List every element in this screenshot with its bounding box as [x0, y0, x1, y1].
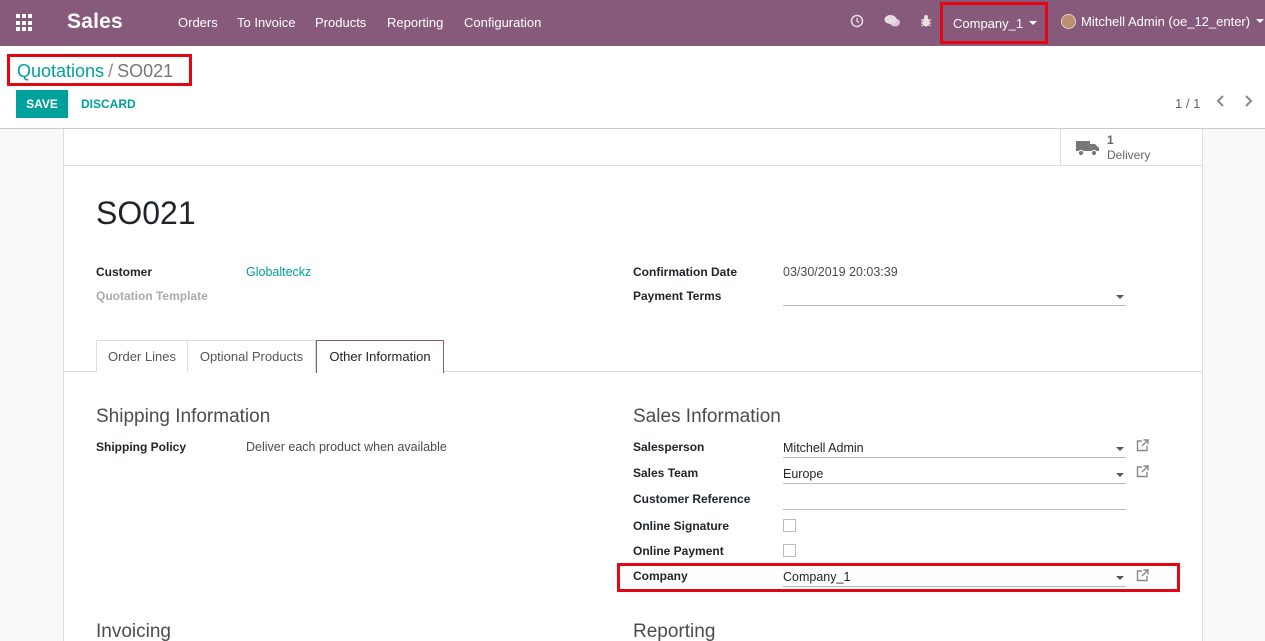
- confirmation-date-label: Confirmation Date: [633, 265, 738, 279]
- pager-previous-button[interactable]: [1215, 94, 1227, 113]
- online-payment-checkbox[interactable]: [783, 544, 796, 557]
- company-label: Company: [633, 569, 688, 583]
- sales-section-title: Sales Information: [633, 406, 781, 427]
- customer-reference-input[interactable]: [783, 490, 1126, 510]
- company-switcher-label: Company_1: [953, 16, 1024, 31]
- breadcrumb-current: SO021: [117, 61, 174, 81]
- bug-icon[interactable]: [920, 14, 932, 31]
- menu-configuration[interactable]: Configuration: [464, 15, 541, 30]
- chevron-left-icon: [1216, 95, 1224, 107]
- salesperson-select[interactable]: Mitchell Admin: [783, 438, 1126, 458]
- menu-products[interactable]: Products: [315, 15, 366, 30]
- sales-team-value: Europe: [783, 467, 824, 481]
- shipping-policy-label: Shipping Policy: [96, 440, 187, 454]
- quotation-template-label: Quotation Template: [96, 289, 208, 303]
- chevron-down-icon: [1029, 21, 1038, 25]
- breadcrumb-quotations-link[interactable]: Quotations: [17, 61, 104, 81]
- company-value: Company_1: [783, 570, 851, 584]
- sales-team-label: Sales Team: [633, 466, 699, 480]
- top-navbar: Sales Orders To Invoice Products Reporti…: [0, 0, 1265, 46]
- reporting-section-title: Reporting: [633, 621, 716, 641]
- menu-to-invoice[interactable]: To Invoice: [237, 15, 296, 30]
- tab-other-information[interactable]: Other Information: [316, 340, 444, 373]
- menu-reporting[interactable]: Reporting: [387, 15, 443, 30]
- salesperson-label: Salesperson: [633, 440, 705, 454]
- chevron-down-icon: [1116, 473, 1124, 477]
- chevron-down-icon: [1116, 295, 1124, 299]
- online-signature-label: Online Signature: [633, 519, 730, 533]
- record-title: SO021: [96, 195, 196, 231]
- shipping-section-title: Shipping Information: [96, 406, 271, 427]
- discard-button[interactable]: DISCARD: [81, 97, 136, 111]
- chat-icon[interactable]: [884, 14, 901, 31]
- online-payment-label: Online Payment: [633, 544, 724, 558]
- delivery-label: Delivery: [1107, 148, 1151, 162]
- external-link-icon[interactable]: [1136, 439, 1149, 452]
- form-sheet: 1 Delivery SO021 Customer Globalteckz Qu…: [63, 129, 1203, 641]
- truck-icon: [1076, 141, 1099, 157]
- app-name[interactable]: Sales: [67, 10, 123, 34]
- user-menu[interactable]: Mitchell Admin (oe_12_enter): [1061, 14, 1265, 29]
- company-select[interactable]: Company_1: [783, 567, 1126, 587]
- button-box: 1 Delivery: [64, 129, 1202, 166]
- online-signature-checkbox[interactable]: [783, 519, 796, 532]
- chevron-down-icon: [1256, 19, 1265, 23]
- save-button[interactable]: SAVE: [16, 90, 68, 118]
- tab-order-lines[interactable]: Order Lines: [96, 340, 188, 372]
- breadcrumb-separator: /: [108, 61, 114, 81]
- breadcrumb: Quotations / SO021: [7, 54, 192, 86]
- chevron-down-icon: [1116, 576, 1124, 580]
- shipping-policy-value[interactable]: Deliver each product when available: [246, 440, 447, 454]
- menu-orders[interactable]: Orders: [178, 15, 218, 30]
- avatar: [1061, 14, 1076, 29]
- customer-label: Customer: [96, 265, 153, 279]
- chevron-right-icon: [1245, 95, 1253, 107]
- external-link-icon[interactable]: [1136, 569, 1149, 582]
- pager-value[interactable]: 1 / 1: [1175, 96, 1200, 111]
- confirmation-date-value: 03/30/2019 20:03:39: [783, 265, 898, 279]
- delivery-count: 1: [1107, 133, 1114, 147]
- apps-menu-icon[interactable]: [16, 14, 34, 32]
- payment-terms-select[interactable]: [783, 286, 1126, 306]
- chevron-down-icon: [1116, 447, 1124, 451]
- customer-link[interactable]: Globalteckz: [246, 265, 311, 279]
- payment-terms-label: Payment Terms: [633, 289, 722, 303]
- sales-team-select[interactable]: Europe: [783, 464, 1126, 484]
- delivery-smart-button[interactable]: 1 Delivery: [1060, 129, 1202, 166]
- control-panel: Quotations / SO021 SAVE DISCARD 1 / 1: [0, 46, 1265, 129]
- notebook-tabs: Order Lines Optional Products Other Info…: [64, 340, 1202, 373]
- salesperson-value: Mitchell Admin: [783, 441, 864, 455]
- clock-icon[interactable]: [850, 14, 864, 31]
- invoicing-section-title: Invoicing: [96, 621, 171, 641]
- tab-optional-products[interactable]: Optional Products: [187, 340, 316, 372]
- company-switcher[interactable]: Company_1: [940, 2, 1048, 44]
- user-name: Mitchell Admin (oe_12_enter): [1081, 14, 1251, 29]
- customer-reference-label: Customer Reference: [633, 492, 751, 506]
- pager-next-button[interactable]: [1242, 94, 1254, 113]
- external-link-icon[interactable]: [1136, 465, 1149, 478]
